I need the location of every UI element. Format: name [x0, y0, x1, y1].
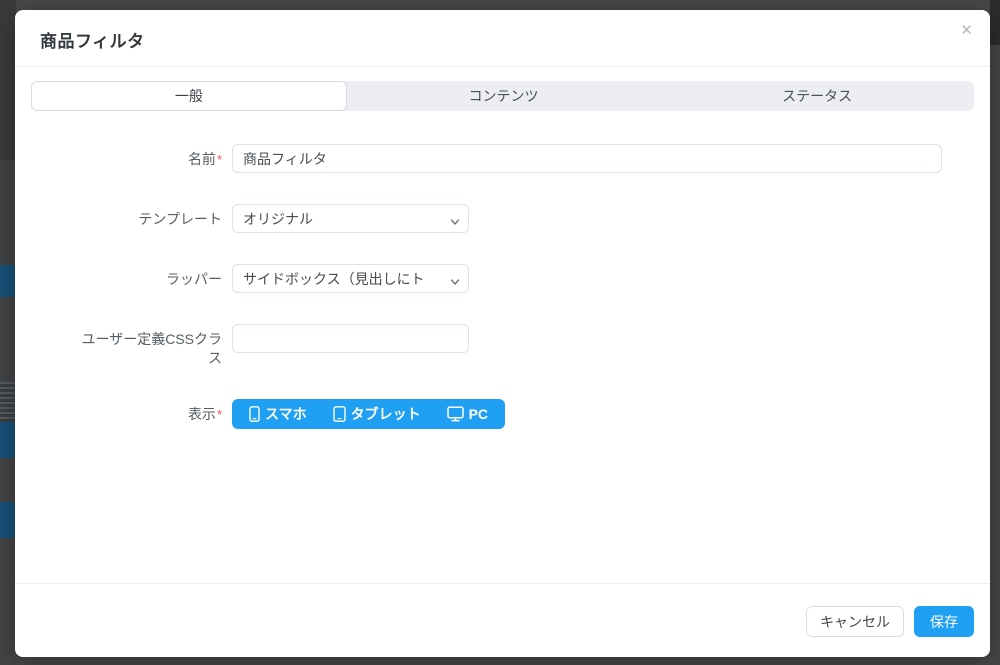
general-form: 名前* テンプレート オリジナル ラッパー: [31, 144, 974, 429]
display-label: 表示*: [40, 399, 222, 424]
backdrop-fragment: [0, 160, 16, 265]
tablet-icon: [332, 406, 346, 422]
name-label: 名前*: [40, 144, 222, 169]
tab-bar: 一般 コンテンツ ステータス: [31, 81, 974, 111]
form-row-css-class: ユーザー定義CSSクラ ス: [40, 324, 942, 368]
name-label-text: 名前: [187, 151, 216, 167]
cancel-button[interactable]: キャンセル: [806, 606, 904, 637]
display-label-text: 表示: [187, 406, 216, 422]
name-input[interactable]: [232, 144, 942, 173]
modal-footer: キャンセル 保存: [15, 583, 990, 657]
template-label: テンプレート: [138, 211, 222, 227]
backdrop-fragment: [0, 265, 16, 297]
css-class-label: ユーザー定義CSSクラ ス: [81, 331, 222, 366]
backdrop-fragment: [0, 422, 16, 458]
form-row-wrapper: ラッパー サイドボックス（見出しにト: [40, 264, 942, 293]
modal-header: 商品フィルタ ✕: [15, 10, 990, 67]
css-class-input[interactable]: [232, 324, 469, 353]
name-control: [232, 144, 942, 173]
smartphone-icon: [249, 406, 260, 422]
display-option-tablet[interactable]: タブレット: [320, 399, 434, 429]
backdrop-fragment: [0, 502, 16, 538]
backdrop-fragment: [0, 458, 16, 502]
desktop-icon: [446, 406, 464, 422]
form-row-template: テンプレート オリジナル: [40, 204, 942, 233]
form-row-display: 表示* スマホ タブレット PC: [40, 399, 942, 429]
close-icon[interactable]: ✕: [958, 21, 975, 40]
tab-status[interactable]: ステータス: [660, 81, 974, 111]
display-toggle-group: スマホ タブレット PC: [232, 399, 506, 429]
form-row-name: 名前*: [40, 144, 942, 173]
display-control: スマホ タブレット PC: [232, 399, 942, 429]
template-select[interactable]: オリジナル: [232, 204, 469, 233]
backdrop-fragment: [0, 0, 16, 160]
display-option-smartphone[interactable]: スマホ: [236, 399, 320, 429]
display-option-label: PC: [468, 406, 489, 422]
wrapper-select-value: サイドボックス（見出しにト: [243, 270, 425, 287]
display-option-label: スマホ: [265, 406, 307, 422]
css-class-control: [232, 324, 942, 353]
wrapper-select[interactable]: サイドボックス（見出しにト: [232, 264, 469, 293]
backdrop-fragment: [0, 538, 16, 665]
save-button[interactable]: 保存: [914, 606, 974, 637]
backdrop-fragment: [0, 297, 16, 382]
required-asterisk: *: [216, 152, 222, 167]
tab-general[interactable]: 一般: [31, 81, 347, 111]
wrapper-control: サイドボックス（見出しにト: [232, 264, 942, 293]
modal-title: 商品フィルタ: [40, 32, 145, 51]
modal-body: 一般 コンテンツ ステータス 名前* テンプレート オリジナル: [15, 67, 990, 583]
product-filter-modal: 商品フィルタ ✕ 一般 コンテンツ ステータス 名前* テンプレート オリジナル: [15, 10, 990, 657]
wrapper-label: ラッパー: [166, 271, 222, 287]
required-asterisk: *: [216, 407, 222, 422]
tab-content[interactable]: コンテンツ: [347, 81, 661, 111]
template-select-value: オリジナル: [243, 210, 313, 227]
chevron-down-icon: [450, 274, 460, 290]
modal-backdrop-left: [0, 0, 16, 665]
backdrop-fragment: [0, 382, 16, 422]
template-control: オリジナル: [232, 204, 942, 233]
backdrop-fragment: [990, 0, 1000, 45]
display-option-label: タブレット: [350, 406, 421, 422]
modal-backdrop-right: [990, 0, 1000, 665]
display-option-pc[interactable]: PC: [434, 399, 501, 429]
chevron-down-icon: [450, 214, 460, 230]
